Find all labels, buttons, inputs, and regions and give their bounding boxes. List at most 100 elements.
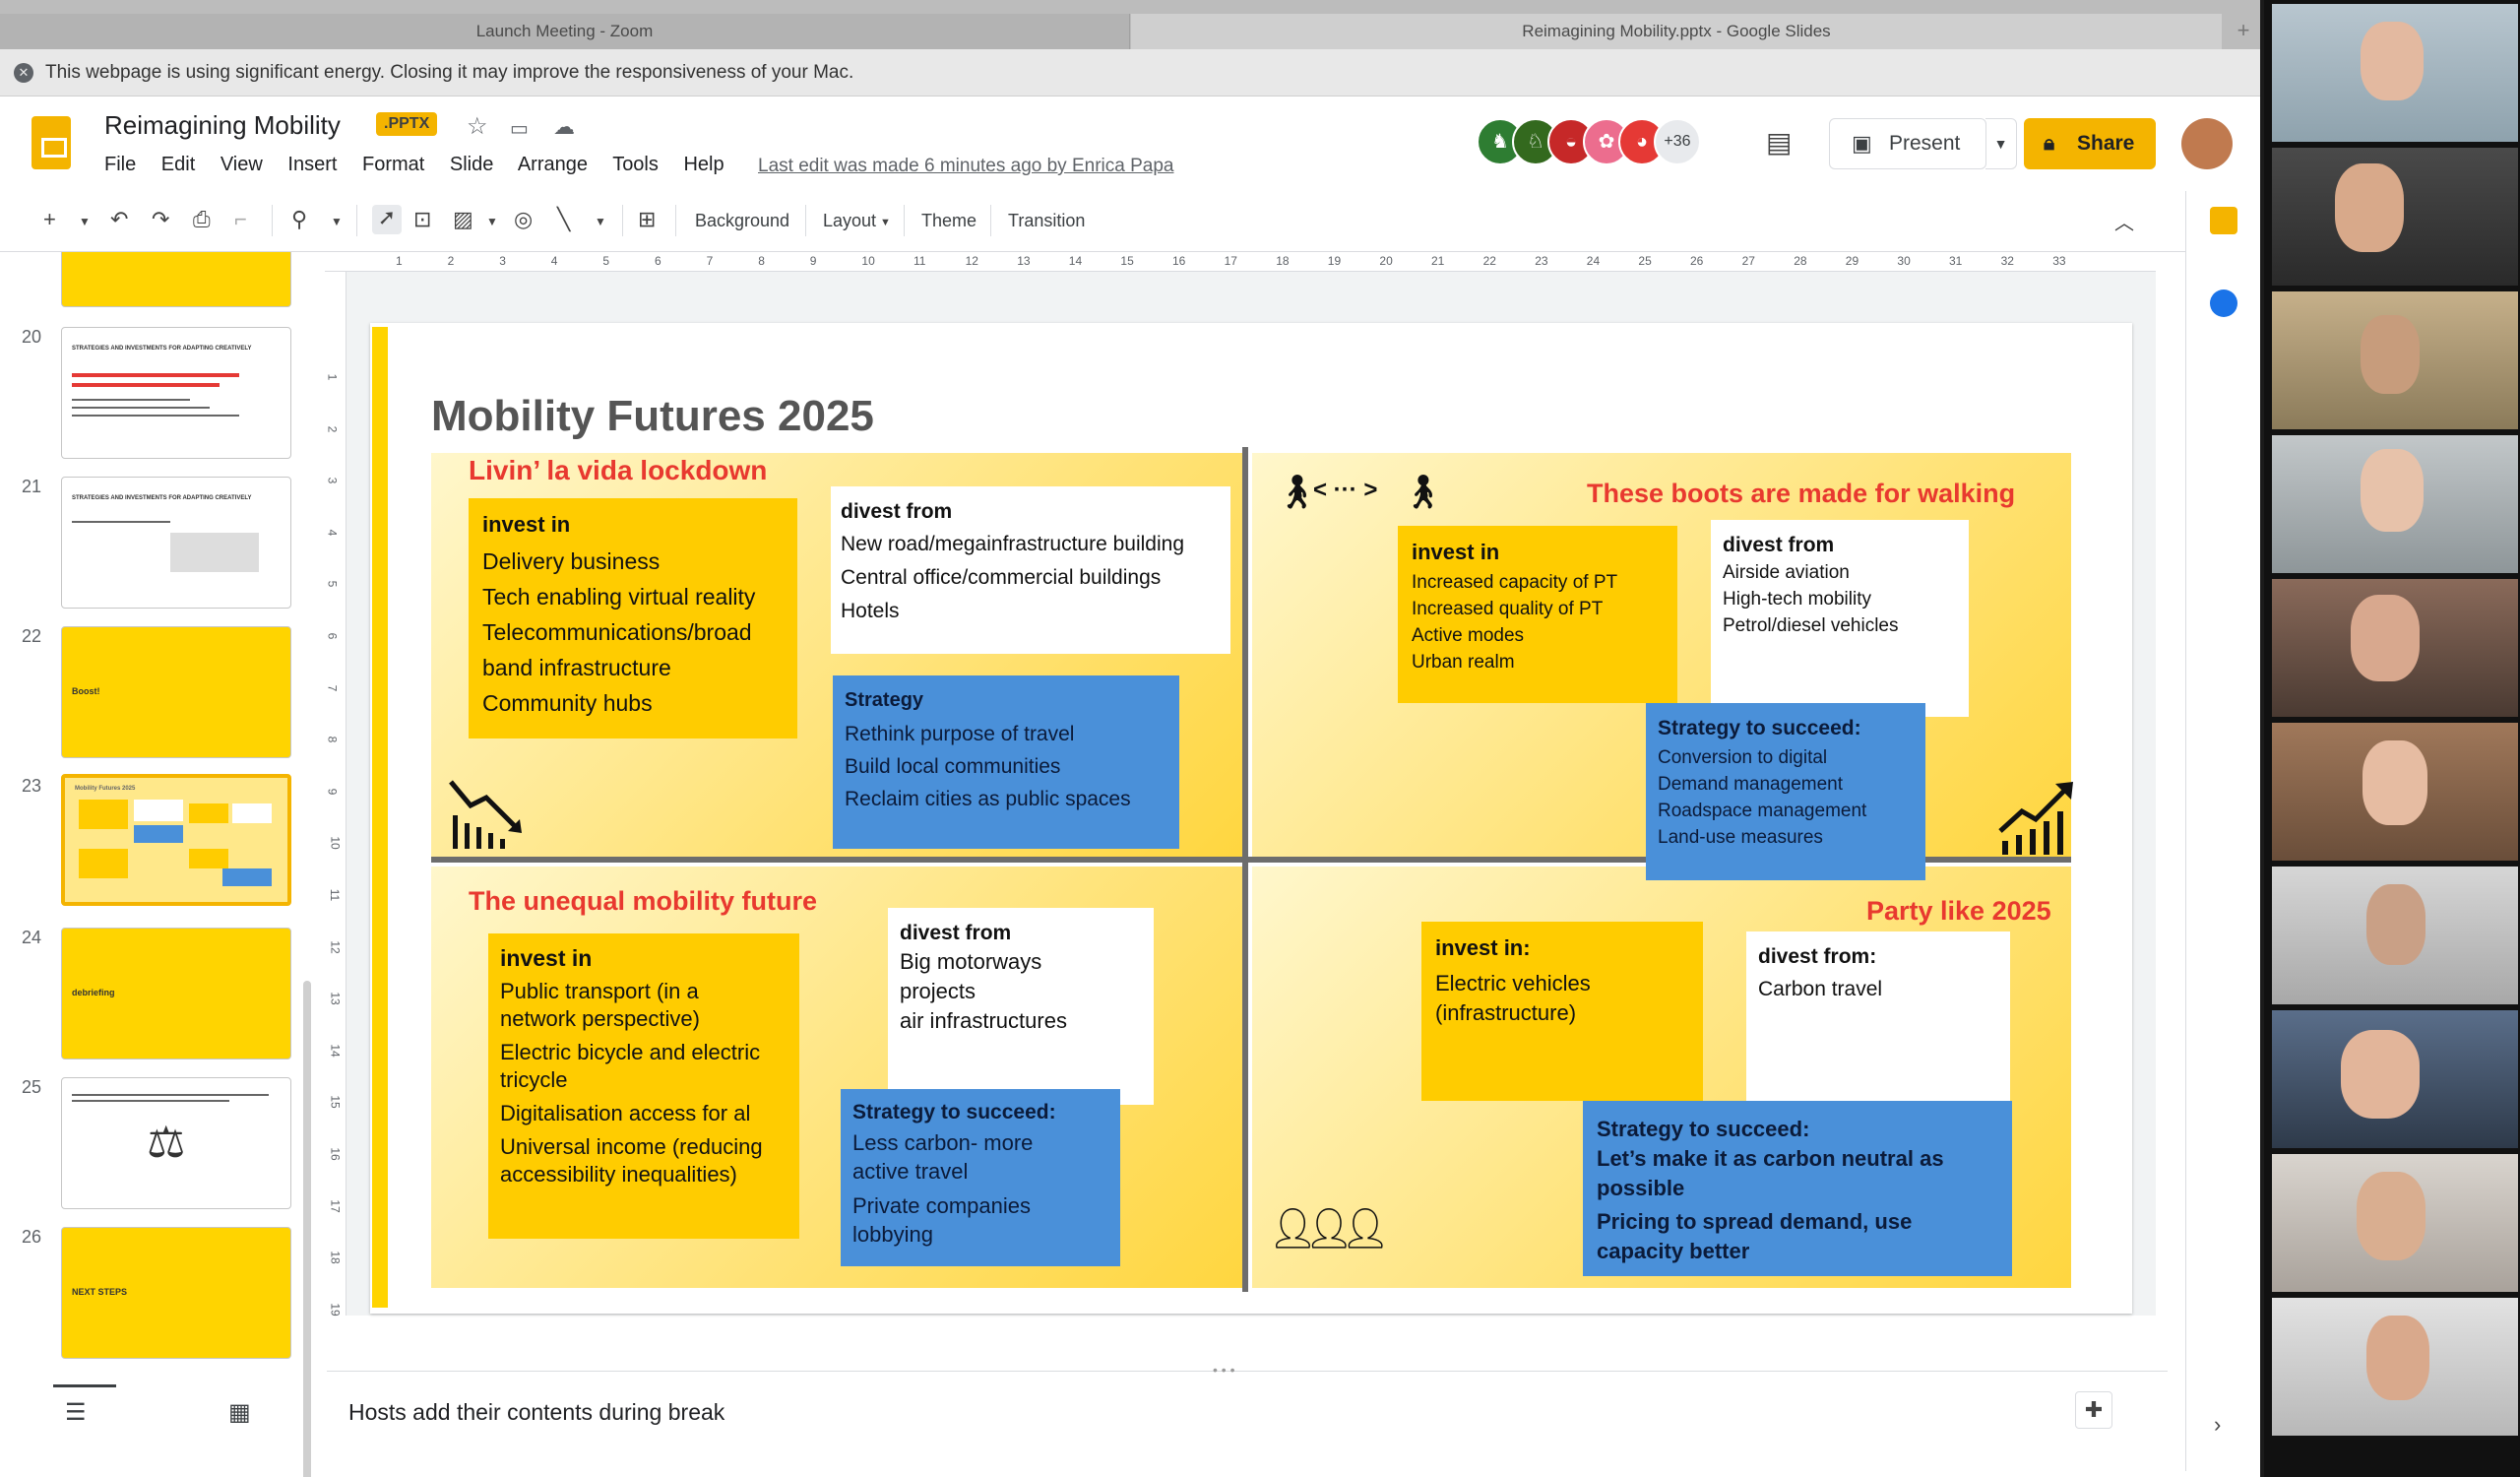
q3-strategy-box[interactable]: Strategy to succeed: Less carbon- more a…: [841, 1089, 1120, 1266]
q1-invest-box[interactable]: invest in Delivery business Tech enablin…: [469, 498, 797, 738]
menu-view[interactable]: View: [220, 154, 263, 175]
filmstrip-scrollbar[interactable]: [303, 981, 311, 1477]
share-button[interactable]: 🔒︎ Share: [2024, 118, 2156, 169]
star-icon[interactable]: ☆: [467, 112, 488, 141]
redo-icon[interactable]: ↷: [152, 207, 169, 232]
line-icon[interactable]: ╲: [557, 207, 570, 232]
slide-thumbnail-24[interactable]: debriefing: [61, 928, 291, 1060]
participant-video[interactable]: [2272, 148, 2518, 286]
participant-video[interactable]: [2272, 4, 2518, 142]
layout-button[interactable]: Layout: [823, 211, 876, 231]
q1-title[interactable]: Livin’ la vida lockdown: [469, 455, 767, 486]
slide-thumbnail-23-selected[interactable]: Mobility Futures 2025: [61, 774, 291, 906]
paint-format-icon[interactable]: ⌐: [234, 207, 247, 232]
select-cursor-icon[interactable]: ➚: [372, 205, 402, 234]
present-dropdown-button[interactable]: ▼: [1985, 118, 2017, 169]
menu-tools[interactable]: Tools: [612, 154, 659, 175]
layout-dropdown-icon[interactable]: ▼: [880, 217, 891, 228]
image-icon[interactable]: ▨: [453, 207, 473, 232]
close-warning-icon[interactable]: ✕: [14, 63, 33, 83]
participant-video[interactable]: [2272, 435, 2518, 573]
q2-divest-heading: divest from: [1723, 534, 1835, 556]
transition-button[interactable]: Transition: [1008, 211, 1085, 231]
filmstrip-view-icon[interactable]: ☰: [65, 1398, 87, 1427]
q3-invest-item: Public transport (in a: [500, 979, 699, 1003]
q1-strategy-box[interactable]: Strategy Rethink purpose of travel Build…: [833, 675, 1179, 849]
speaker-notes-text[interactable]: Hosts add their contents during break: [348, 1399, 724, 1426]
shape-icon[interactable]: ◎: [514, 207, 533, 232]
q4-divest-box[interactable]: divest from: Carbon travel: [1746, 931, 2010, 1109]
add-comment-icon[interactable]: ⊞: [638, 207, 656, 232]
slides-window: Launch Meeting - Zoom Reimagining Mobili…: [0, 0, 2260, 1477]
more-collaborators-badge[interactable]: +36: [1654, 118, 1701, 165]
new-slide-dropdown-icon[interactable]: ▼: [79, 215, 91, 228]
menu-edit[interactable]: Edit: [161, 154, 195, 175]
text-box-icon[interactable]: ⊡: [413, 207, 431, 232]
grid-view-icon[interactable]: ▦: [228, 1398, 251, 1427]
participant-video[interactable]: [2272, 867, 2518, 1004]
collapse-toolbar-icon[interactable]: ︿: [2114, 207, 2134, 235]
cloud-status-icon[interactable]: ☁: [553, 114, 575, 140]
slide-thumbnail-25[interactable]: ⚖: [61, 1077, 291, 1209]
line-dropdown-icon[interactable]: ▼: [595, 215, 606, 228]
menu-format[interactable]: Format: [362, 154, 424, 175]
image-dropdown-icon[interactable]: ▼: [486, 215, 498, 228]
explore-icon[interactable]: ✚: [2075, 1391, 2112, 1429]
q4-invest-box[interactable]: invest in: Electric vehicles (infrastruc…: [1421, 922, 1703, 1101]
theme-button[interactable]: Theme: [921, 211, 976, 231]
q3-title[interactable]: The unequal mobility future: [469, 886, 817, 917]
account-avatar[interactable]: [2181, 118, 2233, 169]
participant-video[interactable]: [2272, 723, 2518, 861]
print-icon[interactable]: ⎙: [193, 207, 211, 232]
q4-title[interactable]: Party like 2025: [1866, 896, 2051, 927]
participant-video[interactable]: [2272, 291, 2518, 429]
q2-invest-box[interactable]: invest in Increased capacity of PT Incre…: [1398, 526, 1677, 703]
tab-google-slides[interactable]: Reimagining Mobility.pptx - Google Slide…: [1131, 14, 2222, 49]
q2-divest-box[interactable]: divest from Airside aviation High-tech m…: [1711, 520, 1969, 717]
q3-divest-box[interactable]: divest from Big motorways projects air i…: [888, 908, 1154, 1105]
slide-23[interactable]: Mobility Futures 2025 Livin’ la vida loc…: [370, 323, 2132, 1314]
background-button[interactable]: Background: [695, 211, 789, 231]
zoom-icon[interactable]: ⚲: [291, 207, 307, 232]
new-tab-button[interactable]: +: [2227, 14, 2260, 49]
keep-notes-icon[interactable]: [2210, 207, 2237, 234]
document-title[interactable]: Reimagining Mobility: [104, 110, 341, 141]
q4-strategy-box[interactable]: Strategy to succeed: Let’s make it as ca…: [1583, 1101, 2012, 1276]
move-folder-icon[interactable]: ▭: [510, 116, 529, 141]
q3-invest-box[interactable]: invest in Public transport (in a network…: [488, 933, 799, 1239]
ruler-tick-label: 6: [325, 632, 340, 640]
menu-arrange[interactable]: Arrange: [518, 154, 588, 175]
q2-strategy-box[interactable]: Strategy to succeed: Conversion to digit…: [1646, 703, 1925, 880]
q1-divest-box[interactable]: divest from New road/megainfrastructure …: [831, 486, 1230, 654]
q3-invest-item: network perspective): [500, 1006, 700, 1031]
tab-zoom[interactable]: Launch Meeting - Zoom: [0, 14, 1130, 49]
google-slides-logo-icon[interactable]: [32, 116, 71, 169]
slide-thumbnail-21[interactable]: STRATEGIES AND INVESTMENTS FOR ADAPTING …: [61, 477, 291, 609]
participant-video[interactable]: [2272, 579, 2518, 717]
slide-thumbnail-26[interactable]: NEXT STEPS: [61, 1227, 291, 1359]
slide-thumbnail-20[interactable]: STRATEGIES AND INVESTMENTS FOR ADAPTING …: [61, 327, 291, 459]
notes-resize-handle[interactable]: • • •: [1213, 1362, 1234, 1378]
slide-title[interactable]: Mobility Futures 2025: [431, 392, 874, 441]
undo-icon[interactable]: ↶: [110, 207, 128, 232]
menu-insert[interactable]: Insert: [287, 154, 337, 175]
expand-side-panel-icon[interactable]: ›: [2214, 1412, 2221, 1438]
thumbnail-title: Mobility Futures 2025: [75, 786, 136, 792]
zoom-dropdown-icon[interactable]: ▼: [331, 215, 343, 228]
toolbar-divider: [805, 205, 806, 236]
slide-thumbnail-19[interactable]: [61, 252, 291, 307]
zoom-participant-strip: [2264, 0, 2520, 1477]
last-edit-link[interactable]: Last edit was made 6 minutes ago by Enri…: [758, 156, 1173, 177]
menu-help[interactable]: Help: [683, 154, 724, 175]
new-slide-icon[interactable]: +: [43, 207, 56, 232]
comment-history-icon[interactable]: ▤: [1766, 126, 1792, 159]
menu-file[interactable]: File: [104, 154, 136, 175]
participant-video[interactable]: [2272, 1154, 2518, 1292]
participant-video[interactable]: [2272, 1010, 2518, 1148]
tasks-icon[interactable]: [2210, 289, 2237, 317]
present-button[interactable]: ▣ Present: [1829, 118, 1986, 169]
q2-title[interactable]: These boots are made for walking: [1587, 479, 2015, 509]
participant-video[interactable]: [2272, 1298, 2518, 1436]
menu-slide[interactable]: Slide: [450, 154, 493, 175]
slide-thumbnail-22[interactable]: Boost!: [61, 626, 291, 758]
